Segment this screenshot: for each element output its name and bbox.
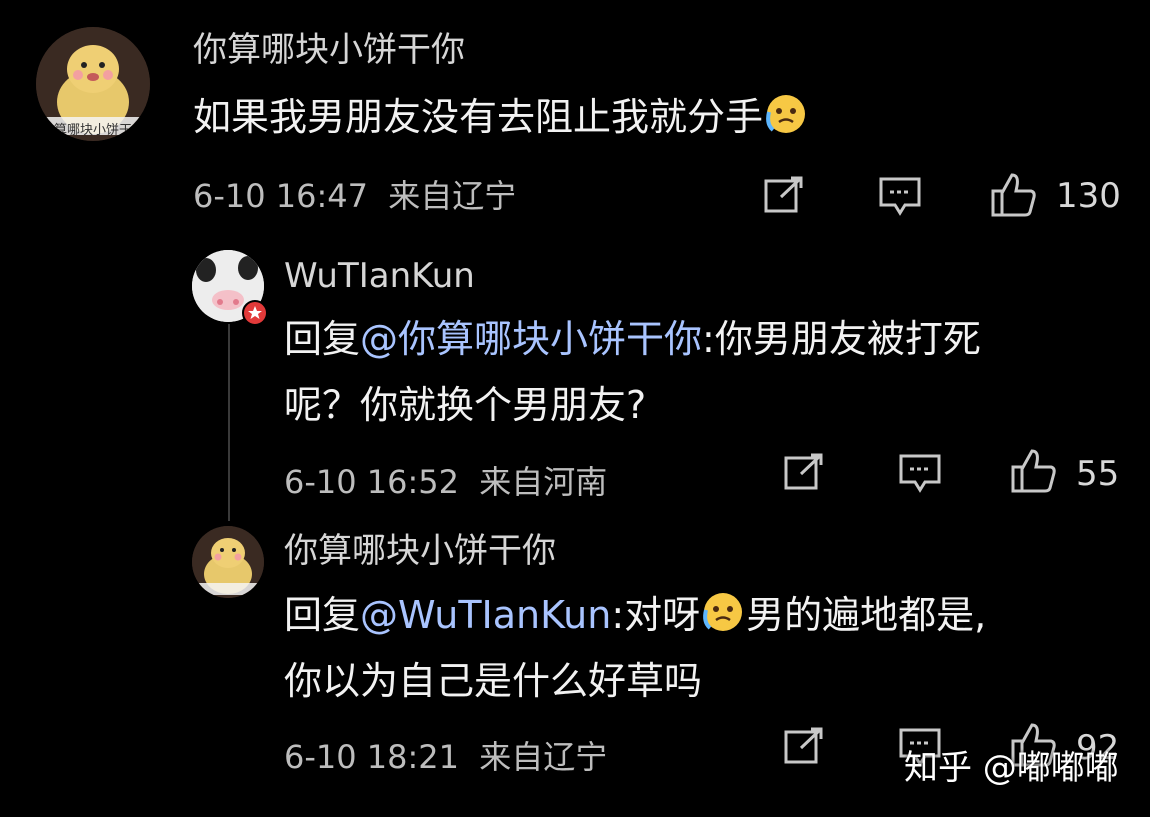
share-icon[interactable] xyxy=(783,726,827,766)
zhihu-watermark: 知乎 @嘟嘟嘟 xyxy=(904,748,1119,788)
reply-content: 回复@你算哪块小饼干你:你男朋友被打死 xyxy=(284,306,981,372)
reply-content: 回复@WuTIanKun:对呀 男的遍地都是, xyxy=(284,582,986,654)
like-count: 55 xyxy=(1076,454,1120,494)
crying-emoji-icon xyxy=(700,588,746,654)
reply-time: 6-10 16:52 xyxy=(284,463,460,501)
reply-time: 6-10 18:21 xyxy=(284,738,460,776)
crying-emoji-icon xyxy=(763,90,809,156)
avatar-caption: 算哪块小饼干 xyxy=(54,123,133,138)
share-icon[interactable] xyxy=(763,175,807,215)
reply-username[interactable]: 你算哪块小饼干你 xyxy=(284,531,556,571)
like-icon[interactable] xyxy=(1010,448,1058,494)
reply-text-a: :对呀 xyxy=(611,593,701,637)
reply-content-line2: 你以为自己是什么好草吗 xyxy=(284,659,703,703)
like-icon[interactable] xyxy=(990,172,1038,218)
comment-meta: 6-10 16:47 来自辽宁 xyxy=(193,176,516,216)
mention-link[interactable]: @你算哪块小饼干你 xyxy=(360,317,702,361)
reply-location: 来自河南 xyxy=(479,463,608,501)
reply-prefix: 回复 xyxy=(284,593,361,637)
reply-text-b: 男的遍地都是, xyxy=(746,593,987,637)
reply-meta: 6-10 16:52 来自河南 xyxy=(284,462,607,502)
comment-content: 如果我男朋友没有去阻止我就分手 xyxy=(193,84,809,156)
comment-username[interactable]: 你算哪块小饼干你 xyxy=(193,30,465,70)
reply-prefix: 回复 xyxy=(284,317,361,361)
avatar[interactable] xyxy=(192,526,264,598)
comment-icon[interactable] xyxy=(898,452,942,494)
comment-text: 如果我男朋友没有去阻止我就分手 xyxy=(193,95,764,139)
bear-avatar-icon xyxy=(192,526,264,598)
reply-username[interactable]: WuTIanKun xyxy=(284,256,475,296)
comment-time: 6-10 16:47 xyxy=(193,177,369,215)
comment-location: 来自辽宁 xyxy=(388,177,517,215)
reply-content-line2: 呢？你就换个男朋友? xyxy=(284,383,647,427)
share-icon[interactable] xyxy=(783,452,827,492)
mention-link[interactable]: @WuTIanKun xyxy=(360,593,611,637)
verified-badge-icon xyxy=(242,300,268,326)
thread-line xyxy=(228,324,230,521)
like-count: 130 xyxy=(1056,176,1121,216)
reply-meta: 6-10 18:21 来自辽宁 xyxy=(284,737,607,777)
comment-icon[interactable] xyxy=(878,175,922,217)
reply-location: 来自辽宁 xyxy=(479,738,608,776)
reply-text-line1: :你男朋友被打死 xyxy=(702,317,981,361)
avatar[interactable]: 算哪块小饼干 xyxy=(36,27,150,141)
